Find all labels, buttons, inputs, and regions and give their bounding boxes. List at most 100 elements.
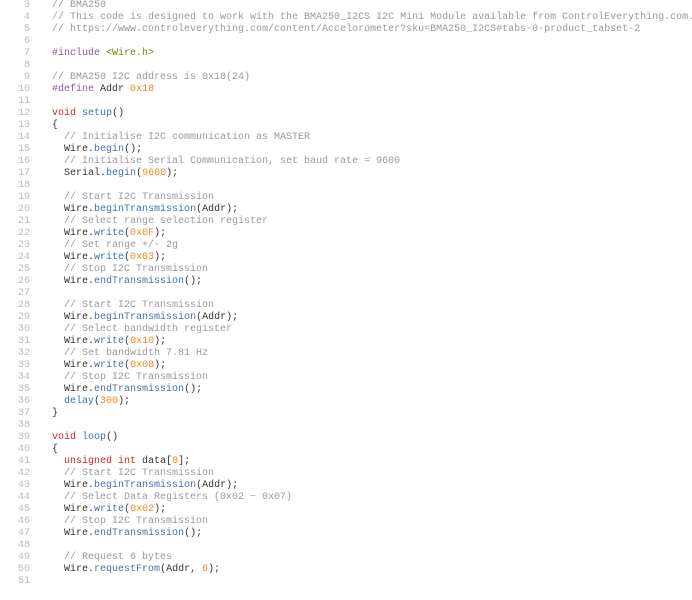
code-content: // Start I2C Transmission bbox=[40, 192, 692, 204]
line-number: 12 bbox=[0, 108, 40, 120]
line-number: 5 bbox=[0, 24, 40, 36]
line-number: 47 bbox=[0, 528, 40, 540]
code-content: // Set range +/- 2g bbox=[40, 240, 692, 252]
code-line: 6 bbox=[0, 36, 692, 48]
macro-name: Addr bbox=[100, 84, 124, 95]
comment-text: // Stop I2C Transmission bbox=[64, 372, 208, 383]
comment-text: // This code is designed to work with th… bbox=[52, 12, 692, 23]
line-number: 36 bbox=[0, 396, 40, 408]
code-content: #include <Wire.h> bbox=[40, 48, 692, 60]
line-number: 20 bbox=[0, 204, 40, 216]
code-content: unsigned int data[0]; bbox=[40, 456, 692, 468]
code-line: 18 bbox=[0, 180, 692, 192]
object-name: Wire bbox=[64, 384, 88, 395]
comment-text: // Start I2C Transmission bbox=[64, 468, 214, 479]
code-line: 47 Wire.endTransmission(); bbox=[0, 528, 692, 540]
code-line: 9 // BMA250 I2C address is 0x18(24) bbox=[0, 72, 692, 84]
code-content: #define Addr 0x18 bbox=[40, 84, 692, 96]
line-number: 37 bbox=[0, 408, 40, 420]
code-line: 10 #define Addr 0x18 bbox=[0, 84, 692, 96]
identifier: data bbox=[142, 456, 166, 467]
comment-text: // Set range +/- 2g bbox=[64, 240, 178, 251]
code-content: // BMA250 bbox=[40, 0, 692, 12]
line-number: 21 bbox=[0, 216, 40, 228]
object-name: Wire bbox=[64, 528, 88, 539]
code-line: 29 Wire.beginTransmission(Addr); bbox=[0, 312, 692, 324]
paren-close: ); bbox=[154, 252, 166, 263]
code-content: delay(300); bbox=[40, 396, 692, 408]
type-keyword: unsigned int bbox=[64, 456, 136, 467]
paren-close: ); bbox=[154, 336, 166, 347]
code-line: 36 delay(300); bbox=[0, 396, 692, 408]
argument: Addr bbox=[202, 312, 226, 323]
code-content: // Select range selection register bbox=[40, 216, 692, 228]
line-number: 8 bbox=[0, 60, 40, 72]
paren-close: ); bbox=[154, 360, 166, 371]
paren-close: ); bbox=[130, 144, 142, 155]
comment-text: // Start I2C Transmission bbox=[64, 192, 214, 203]
code-line: 19 // Start I2C Transmission bbox=[0, 192, 692, 204]
line-number: 26 bbox=[0, 276, 40, 288]
object-name: Wire bbox=[64, 312, 88, 323]
code-content: // https://www.controleverything.com/con… bbox=[40, 24, 692, 36]
code-line: 35 Wire.endTransmission(); bbox=[0, 384, 692, 396]
code-line: 46 // Stop I2C Transmission bbox=[0, 516, 692, 528]
code-content: // Initialise Serial Communication, set … bbox=[40, 156, 692, 168]
line-number: 41 bbox=[0, 456, 40, 468]
object-name: Wire bbox=[64, 564, 88, 575]
code-content: // Request 6 bytes bbox=[40, 552, 692, 564]
code-content: Wire.beginTransmission(Addr); bbox=[40, 480, 692, 492]
code-line: 16 // Initialise Serial Communication, s… bbox=[0, 156, 692, 168]
code-line: 34 // Stop I2C Transmission bbox=[0, 372, 692, 384]
code-content: Wire.endTransmission(); bbox=[40, 528, 692, 540]
code-line: 3 // BMA250 bbox=[0, 0, 692, 12]
line-number: 19 bbox=[0, 192, 40, 204]
code-line: 44 // Select Data Registers (0x02 − 0x07… bbox=[0, 492, 692, 504]
line-number: 48 bbox=[0, 540, 40, 552]
code-line: 51 bbox=[0, 576, 692, 588]
object-name: Wire bbox=[64, 144, 88, 155]
argument: 300 bbox=[100, 396, 118, 407]
method-name: begin bbox=[106, 168, 136, 179]
object-name: Wire bbox=[64, 276, 88, 287]
line-number: 49 bbox=[0, 552, 40, 564]
line-number: 38 bbox=[0, 420, 40, 432]
line-number: 39 bbox=[0, 432, 40, 444]
code-line: 49 // Request 6 bytes bbox=[0, 552, 692, 564]
code-content: Wire.write(0x0F); bbox=[40, 228, 692, 240]
line-number: 17 bbox=[0, 168, 40, 180]
code-line: 48 bbox=[0, 540, 692, 552]
code-line: 31 Wire.write(0x10); bbox=[0, 336, 692, 348]
paren-close: ); bbox=[118, 396, 130, 407]
line-number: 33 bbox=[0, 360, 40, 372]
comment-text: // BMA250 I2C address is 0x18(24) bbox=[52, 72, 250, 83]
code-content: Wire.beginTransmission(Addr); bbox=[40, 204, 692, 216]
line-number: 16 bbox=[0, 156, 40, 168]
code-line: 12 void setup() bbox=[0, 108, 692, 120]
argument: 0x0F bbox=[130, 228, 154, 239]
code-line: 17 Serial.begin(9600); bbox=[0, 168, 692, 180]
code-line: 7 #include <Wire.h> bbox=[0, 48, 692, 60]
line-number: 11 bbox=[0, 96, 40, 108]
code-content bbox=[40, 288, 692, 300]
code-line: 21 // Select range selection register bbox=[0, 216, 692, 228]
code-line: 37 } bbox=[0, 408, 692, 420]
line-number: 27 bbox=[0, 288, 40, 300]
paren-close: ); bbox=[226, 312, 238, 323]
comment-text: // Initialise Serial Communication, set … bbox=[64, 156, 400, 167]
comma: , bbox=[190, 564, 202, 575]
code-line: 13 { bbox=[0, 120, 692, 132]
code-content: // Start I2C Transmission bbox=[40, 300, 692, 312]
code-content: Wire.begin(); bbox=[40, 144, 692, 156]
code-line: 43 Wire.beginTransmission(Addr); bbox=[0, 480, 692, 492]
code-line: 32 // Set bandwidth 7.81 Hz bbox=[0, 348, 692, 360]
code-content bbox=[40, 60, 692, 72]
code-content: { bbox=[40, 120, 692, 132]
code-line: 24 Wire.write(0x03); bbox=[0, 252, 692, 264]
line-number: 10 bbox=[0, 84, 40, 96]
method-name: beginTransmission bbox=[94, 312, 196, 323]
code-line: 38 bbox=[0, 420, 692, 432]
parens: () bbox=[106, 432, 118, 443]
argument: Addr bbox=[202, 204, 226, 215]
code-content: void loop() bbox=[40, 432, 692, 444]
